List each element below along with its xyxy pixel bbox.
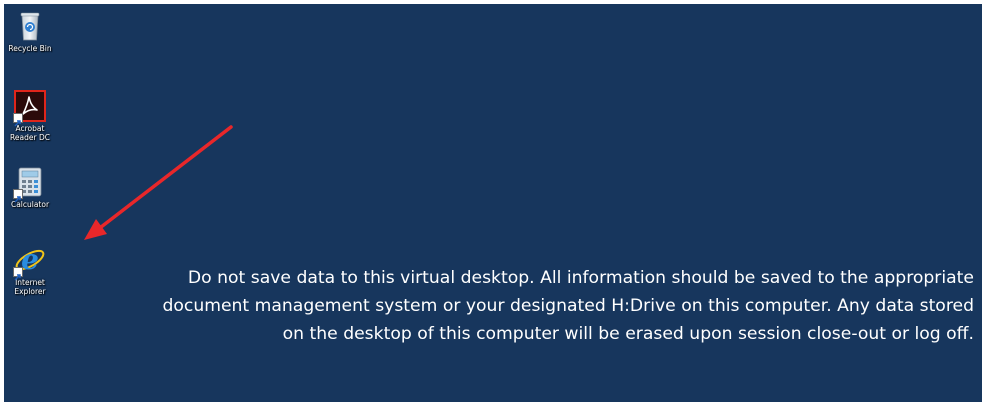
calculator-icon xyxy=(13,166,46,203)
recycle-bin-label: Recycle Bin xyxy=(8,44,52,53)
notice-line-3: on the desktop of this computer will be … xyxy=(282,324,974,344)
shortcut-arrow-icon xyxy=(13,113,23,127)
acrobat-reader-icon xyxy=(13,90,46,127)
desktop-notice: Do not save data to this virtual desktop… xyxy=(14,264,974,348)
desktop-icon-acrobat-reader-dc[interactable]: Acrobat Reader DC xyxy=(4,90,56,142)
notice-line-1: Do not save data to this virtual desktop… xyxy=(187,268,974,288)
desktop-icon-calculator[interactable]: Calculator xyxy=(4,166,56,209)
shortcut-arrow-icon xyxy=(13,189,23,203)
desktop-icon-recycle-bin[interactable]: Recycle Bin xyxy=(4,10,56,53)
recycle-bin-icon xyxy=(14,10,46,42)
notice-line-2: document management system or your desig… xyxy=(162,296,974,316)
desktop[interactable]: Recycle Bin Acrobat Reader DC Calculator… xyxy=(4,4,982,402)
